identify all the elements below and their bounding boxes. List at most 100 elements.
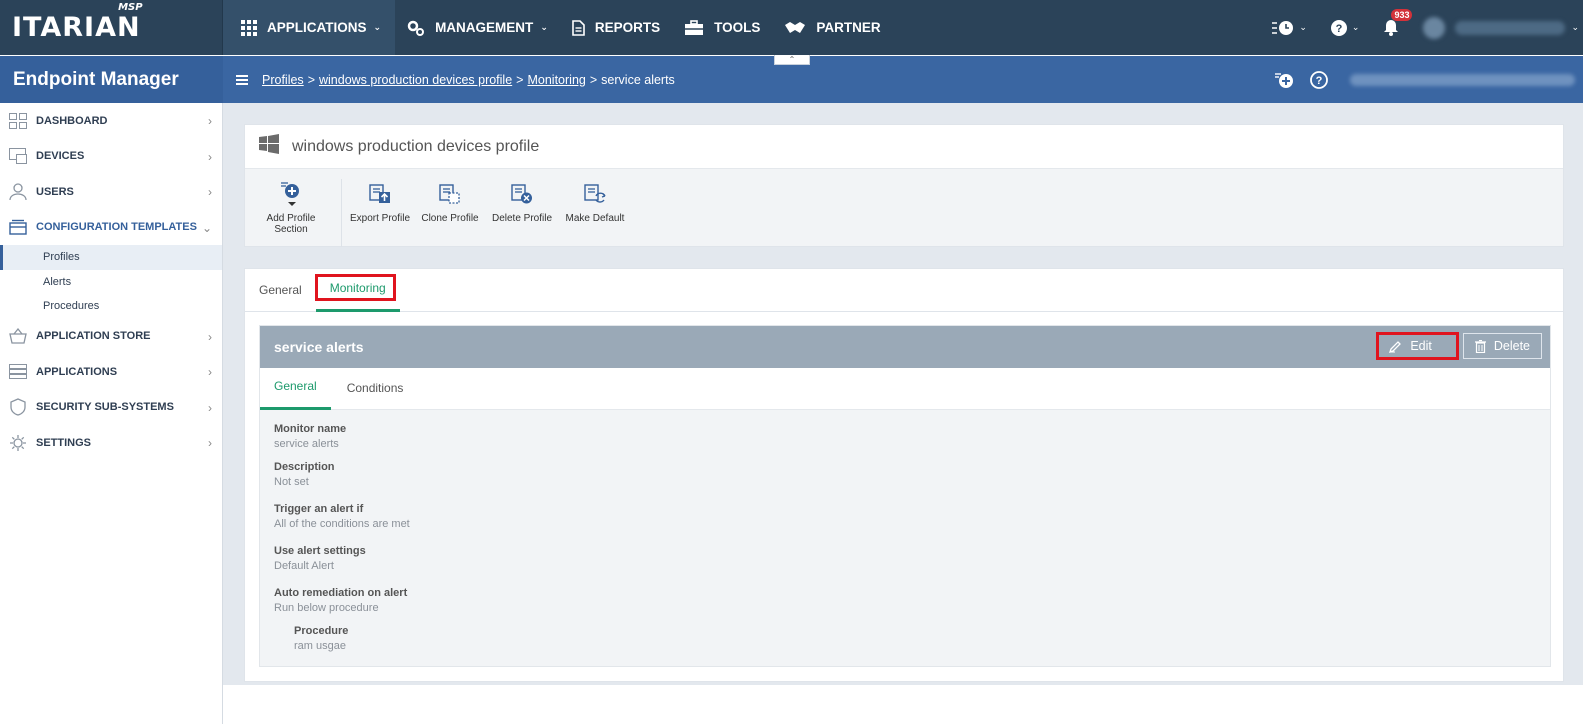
breadcrumb-profiles[interactable]: Profiles [262,73,304,87]
sidebar-item-label: CONFIGURATION TEMPLATES [36,221,197,234]
handshake-icon [784,20,806,36]
monitor-title: service alerts [274,339,364,355]
edit-button[interactable]: Edit [1376,332,1459,360]
devices-icon [8,146,28,166]
nav-management-label: MANAGEMENT [435,20,534,35]
subtab-conditions[interactable]: Conditions [333,381,418,409]
field-value: All of the conditions are met [274,518,410,530]
basket-icon [8,326,28,346]
sidebar-item-label: USERS [36,185,74,198]
profile-card: windows production devices profile Add P… [244,124,1564,247]
clone-profile-button[interactable]: Clone Profile [412,179,488,224]
notification-bell-icon[interactable]: 933 [1383,9,1413,36]
profile-tabs-card: General Monitoring service alerts Edit D… [244,268,1564,682]
field-label: Monitor name [274,423,347,435]
toolbar-divider [341,179,342,247]
breadcrumb-current: service alerts [601,72,675,87]
chevron-right-icon: › [208,365,212,379]
sidebar: DASHBOARD › DEVICES › USERS › CONFIGURAT… [0,103,223,724]
field-label: Auto remediation on alert [274,587,408,599]
sidebar-item-label: APPLICATIONS [36,365,118,378]
chevron-right-icon: › [208,149,212,164]
sidebar-subitem-alerts[interactable]: Alerts [0,270,222,295]
field-procedure: Procedure ram usgae [294,624,1536,654]
sidebar-item-dashboard[interactable]: DASHBOARD › [0,103,222,139]
delete-profile-icon [510,179,534,209]
sidebar-item-security-sub-systems[interactable]: SECURITY SUB-SYSTEMS › [0,390,222,426]
sidebar-item-application-store[interactable]: APPLICATION STORE › [0,319,222,355]
nav-management[interactable]: MANAGEMENT ⌄ [395,0,560,55]
avatar [1423,16,1446,39]
chevron-right-icon: › [208,400,212,415]
chevron-right-icon: › [208,436,212,450]
sidebar-item-label: SECURITY SUB-SYSTEMS [36,401,174,414]
monitor-actions: Edit Delete [1372,332,1542,360]
export-profile-label: Export Profile [349,213,411,224]
dashboard-icon [8,111,28,131]
export-profile-button[interactable]: Export Profile [348,179,412,224]
sidebar-subitem-procedures[interactable]: Procedures [0,294,222,319]
top-navigation-bar: ITARIAN MSP APPLICATIONS ⌄ MANAGEMENT ⌄ R… [0,0,1583,55]
breadcrumb: Profiles > windows production devices prof… [262,72,675,87]
add-profile-section-button[interactable]: Add Profile Section [245,179,337,235]
nav-partner[interactable]: PARTNER [772,0,892,55]
field-value: Run below procedure [274,602,379,614]
field-monitor-name: Monitor name service alerts [274,422,1536,452]
sidebar-item-configuration-templates[interactable]: CONFIGURATION TEMPLATES ⌄ [0,210,222,246]
field-alert-settings: Use alert settings Default Alert [274,544,1536,574]
field-label: Trigger an alert if [274,503,364,515]
field-value: service alerts [274,438,339,450]
logout-link-blurred[interactable] [1350,73,1575,86]
top-right-tools: ⌄ ? ⌄ 933 ⌄ [1260,0,1583,55]
sidebar-item-settings[interactable]: SETTINGS › [0,425,222,461]
nav-partner-label: PARTNER [816,20,881,35]
logo-area[interactable]: ITARIAN MSP [0,0,223,55]
profile-header: windows production devices profile [245,125,1563,169]
add-section-icon [280,179,302,209]
field-value: ram usgae [294,640,346,652]
svg-text:?: ? [1316,75,1323,87]
trash-icon [1474,339,1486,353]
document-icon [572,19,585,36]
nav-applications[interactable]: APPLICATIONS ⌄ [223,0,396,55]
make-default-button[interactable]: Make Default [556,179,634,224]
support-icon[interactable]: ? [1310,70,1328,89]
recent-history-icon[interactable]: ⌄ [1272,20,1307,36]
sidebar-item-applications[interactable]: APPLICATIONS › [0,354,222,390]
delete-label: Delete [1493,339,1530,353]
make-default-label: Make Default [565,213,625,224]
delete-button[interactable]: Delete [1462,333,1542,359]
sidebar-item-users[interactable]: USERS › [0,174,222,210]
subtab-general[interactable]: General [260,379,331,410]
collapse-header-toggle[interactable]: ⌃ [774,55,810,65]
add-profile-section-label: Add Profile [266,213,316,224]
breadcrumb-monitoring[interactable]: Monitoring [527,73,585,87]
user-name-blurred [1455,20,1566,35]
field-label: Use alert settings [274,545,366,557]
shield-icon [8,397,28,417]
edit-label: Edit [1410,339,1432,353]
monitor-panel-header: service alerts Edit Delete [260,326,1550,368]
profile-title: windows production devices profile [292,137,540,155]
nav-reports-label: REPORTS [594,20,661,35]
pencil-icon [1389,340,1402,353]
chevron-right-icon: › [208,114,212,128]
nav-tools[interactable]: TOOLS [672,0,772,55]
hamburger-menu-icon[interactable] [236,74,248,85]
add-device-icon[interactable] [1274,71,1294,89]
clone-profile-label: Clone Profile [421,213,479,224]
sidebar-subitem-profiles[interactable]: Profiles [0,245,222,270]
sidebar-item-devices[interactable]: DEVICES › [0,139,222,175]
chevron-down-icon: ⌄ [540,22,548,32]
tab-monitoring[interactable]: Monitoring [315,281,400,312]
tab-general[interactable]: General [259,283,302,311]
gear-icon [8,433,28,453]
toolbox-icon [684,19,704,36]
grid-icon [241,19,257,36]
help-icon[interactable]: ? ⌄ [1330,19,1359,36]
user-menu[interactable]: ⌄ [1423,16,1579,39]
breadcrumb-profile[interactable]: windows production devices profile [319,73,512,87]
delete-profile-button[interactable]: Delete Profile [488,179,556,224]
sidebar-item-label: APPLICATION STORE [36,330,151,343]
nav-reports[interactable]: REPORTS [560,0,672,55]
